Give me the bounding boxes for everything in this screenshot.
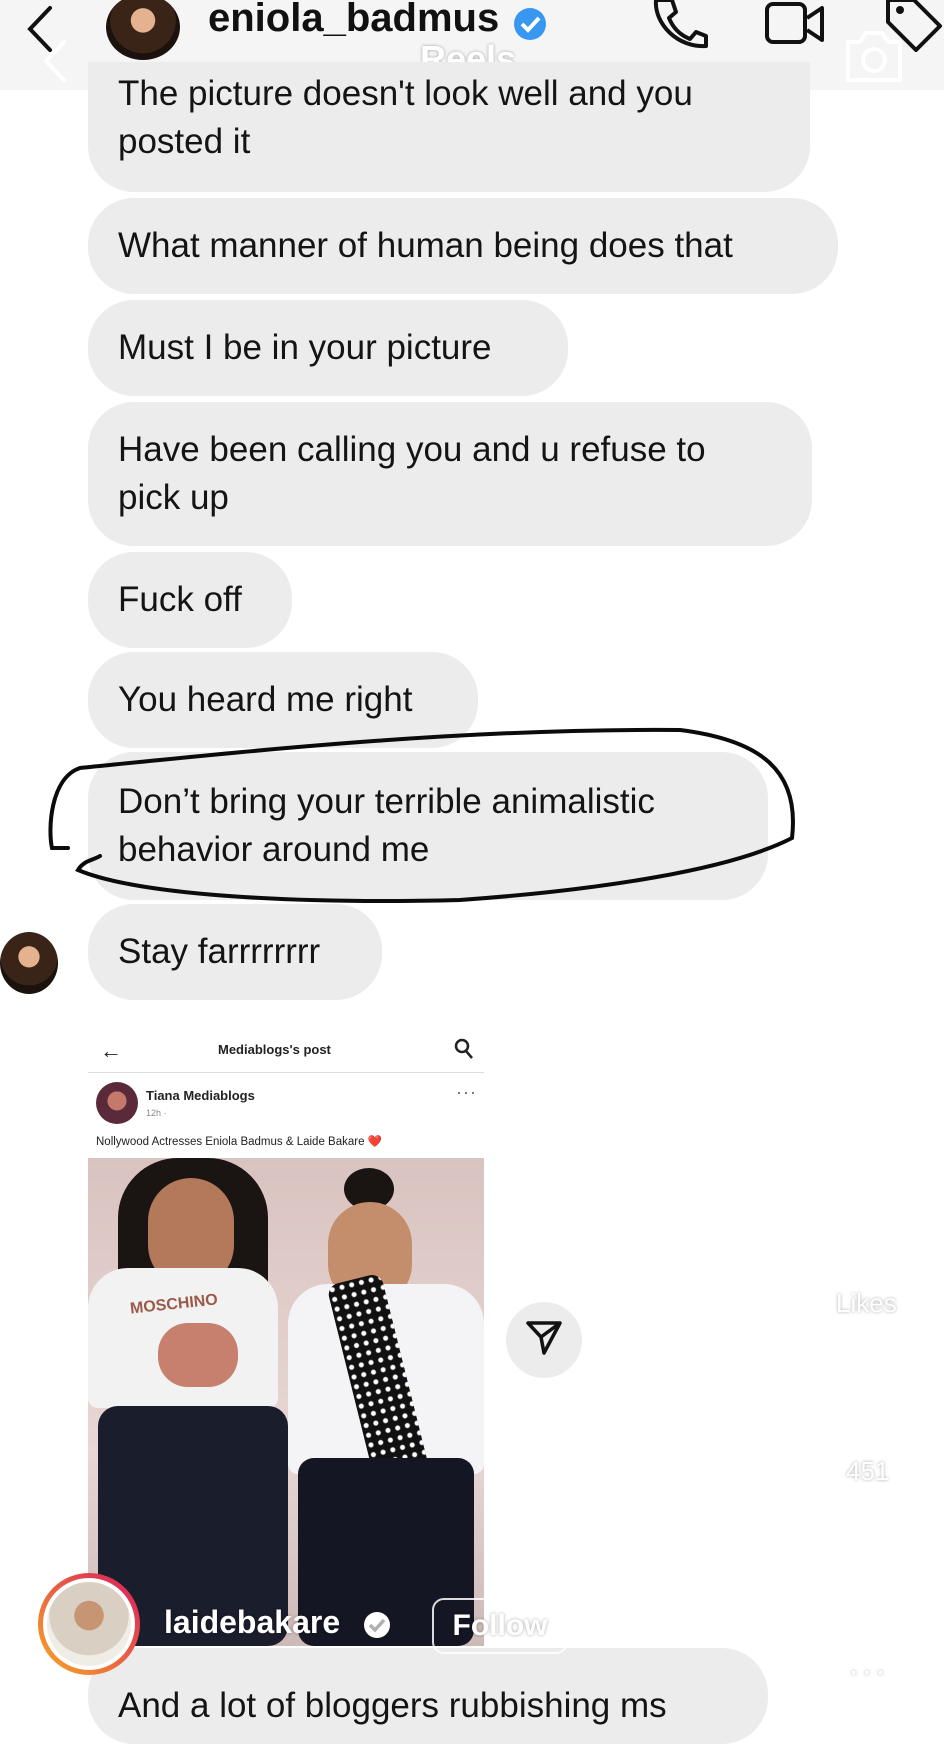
message-bubble: Fuck off bbox=[88, 552, 292, 648]
author-avatar-ring[interactable] bbox=[38, 1573, 140, 1675]
message-text: You heard me right bbox=[118, 680, 413, 719]
message-text: Stay farrrrrrrr bbox=[118, 932, 321, 971]
back-arrow-icon: ← bbox=[100, 1038, 122, 1063]
divider bbox=[88, 1072, 484, 1073]
follow-button[interactable]: Follow bbox=[432, 1598, 568, 1654]
author-handle[interactable]: laidebakare bbox=[164, 1604, 340, 1641]
follow-label: Follow bbox=[452, 1609, 548, 1642]
more-dots-icon[interactable]: ··· bbox=[848, 1652, 888, 1691]
post-header-title: Mediablogs's post bbox=[218, 1042, 331, 1057]
post-photo: MOSCHINO bbox=[88, 1158, 484, 1646]
video-icon[interactable] bbox=[764, 0, 826, 53]
sender-avatar[interactable] bbox=[0, 932, 58, 994]
author-verified-icon bbox=[362, 1610, 392, 1645]
share-message-button[interactable] bbox=[506, 1302, 582, 1378]
message-bubble: And a lot of bloggers rubbishing ms bbox=[88, 1648, 768, 1744]
more-icon: ··· bbox=[456, 1082, 477, 1102]
post-author-name: Tiana Mediablogs bbox=[146, 1088, 255, 1103]
message-text: And a lot of bloggers rubbishing ms bbox=[118, 1686, 667, 1725]
share-icon[interactable] bbox=[842, 1550, 906, 1608]
comments-count: 451 bbox=[846, 1456, 890, 1486]
send-icon bbox=[525, 1319, 563, 1362]
message-text: What manner of human being does that bbox=[118, 226, 733, 265]
post-caption: Nollywood Actresses Eniola Badmus & Laid… bbox=[96, 1136, 382, 1148]
message-bubble: The picture doesn't look well and you po… bbox=[88, 62, 810, 192]
message-bubble: Stay farrrrrrrr bbox=[88, 904, 382, 1000]
author-avatar bbox=[43, 1578, 135, 1670]
hand-drawn-circle bbox=[48, 727, 795, 903]
verified-icon bbox=[512, 6, 548, 47]
shirt-graphic bbox=[158, 1323, 238, 1387]
comment-icon[interactable] bbox=[838, 1370, 906, 1436]
post-author-avatar bbox=[96, 1082, 138, 1124]
heart-icon[interactable] bbox=[838, 1204, 904, 1262]
message-text: Have been calling you and u refuse to pi… bbox=[118, 430, 706, 517]
message-bubble: Have been calling you and u refuse to pi… bbox=[88, 402, 812, 546]
chat-username[interactable]: eniola_badmus bbox=[208, 0, 499, 41]
message-text: Must I be in your picture bbox=[118, 328, 492, 367]
phone-icon[interactable] bbox=[648, 0, 708, 55]
message-text: Fuck off bbox=[118, 580, 242, 619]
camera-icon[interactable] bbox=[842, 28, 906, 91]
reels-back-icon[interactable] bbox=[38, 38, 70, 89]
post-meta: 12h · bbox=[146, 1108, 167, 1118]
search-icon bbox=[454, 1038, 474, 1065]
likes-label: Likes bbox=[836, 1288, 897, 1318]
header-avatar[interactable] bbox=[106, 0, 180, 60]
message-bubble: Must I be in your picture bbox=[88, 300, 568, 396]
message-text: The picture doesn't look well and you po… bbox=[118, 74, 693, 161]
message-bubble: What manner of human being does that bbox=[88, 198, 838, 294]
